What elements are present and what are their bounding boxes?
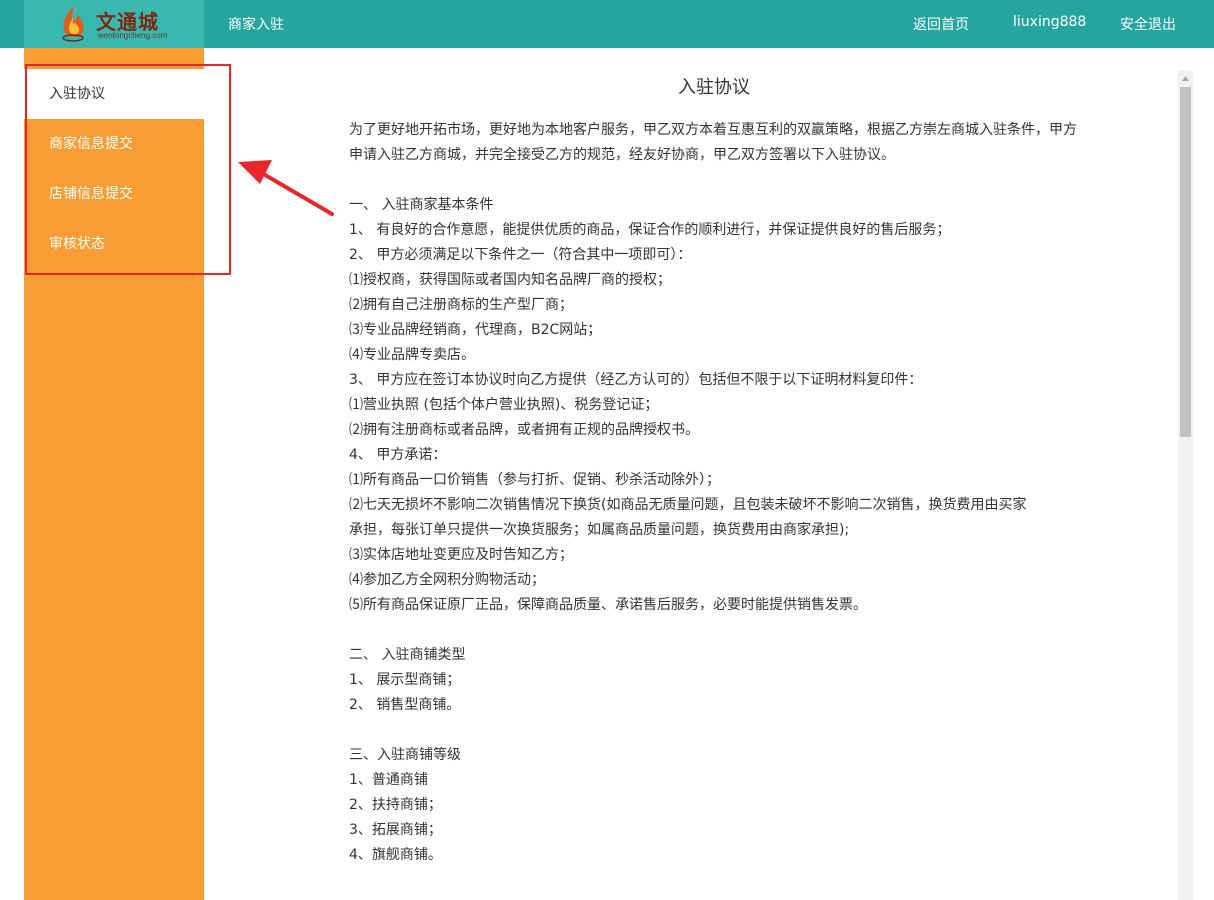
agreement-intro: 为了更好地开拓市场，更好地为本地客户服务，甲乙双方本着互惠互利的双赢策略，根据乙… bbox=[349, 122, 1077, 163]
section-heading: 一、 入驻商家基本条件 bbox=[349, 197, 494, 213]
agreement-line: 3、 甲方应在签订本协议时向乙方提供（经乙方认可的）包括但不限于以下证明材料复印… bbox=[349, 372, 923, 388]
agreement-line: 承担，每张订单只提供一次换货服务；如属商品质量问题，换货费用由商家承担); bbox=[349, 522, 850, 538]
agreement-line: 1、普通商铺 bbox=[349, 772, 428, 788]
logo-domain: wentongcheng.com bbox=[98, 31, 168, 40]
agreement-line: ⑸所有商品保证原厂正品，保障商品质量、承诺售后服务，必要时能提供销售发票。 bbox=[349, 597, 867, 613]
sidebar-item-review-status[interactable]: 审核状态 bbox=[24, 219, 204, 269]
sidebar-item-merchant-info[interactable]: 商家信息提交 bbox=[24, 119, 204, 169]
content-scrollbar[interactable] bbox=[1178, 70, 1193, 900]
agreement-line: 4、旗舰商铺。 bbox=[349, 847, 442, 863]
logo[interactable]: 文通城 wentongcheng.com bbox=[24, 0, 204, 48]
scrollbar-thumb[interactable] bbox=[1180, 87, 1191, 437]
home-link[interactable]: 返回首页 bbox=[913, 14, 969, 34]
agreement-line: ⑴授权商，获得国际或者国内知名品牌厂商的授权； bbox=[349, 272, 671, 288]
section-heading: 三、入驻商铺等级 bbox=[349, 747, 461, 763]
agreement-line: ⑴所有商品一口价销售（参与打折、促销、秒杀活动除外）； bbox=[349, 472, 720, 488]
top-header: 文通城 wentongcheng.com 商家入驻 返回首页 liuxing88… bbox=[0, 0, 1214, 48]
agreement-line: ⑷专业品牌专卖店。 bbox=[349, 347, 475, 363]
nav-merchant-join[interactable]: 商家入驻 bbox=[228, 14, 284, 34]
agreement-line: 2、扶持商铺； bbox=[349, 797, 442, 813]
scroll-up-arrow-icon[interactable] bbox=[1178, 70, 1193, 86]
agreement-line: ⑵拥有自己注册商标的生产型厂商； bbox=[349, 297, 573, 313]
agreement-line: 2、 甲方必须满足以下条件之一（符合其中一项即可）： bbox=[349, 247, 692, 263]
sidebar-item-store-info[interactable]: 店铺信息提交 bbox=[24, 169, 204, 219]
flame-logo-icon bbox=[62, 6, 84, 42]
agreement-line: ⑶实体店地址变更应及时告知乙方； bbox=[349, 547, 573, 563]
agreement-line: 1、 展示型商铺； bbox=[349, 672, 461, 688]
agreement-line: ⑴营业执照 (包括个体户营业执照)、税务登记证； bbox=[349, 397, 659, 413]
agreement-line: 1、 有良好的合作意愿，能提供优质的商品，保证合作的顺利进行，并保证提供良好的售… bbox=[349, 222, 951, 238]
username-link[interactable]: liuxing888 bbox=[1013, 14, 1086, 30]
agreement-title: 入驻协议 bbox=[678, 77, 750, 98]
agreement-line: ⑷参加乙方全网积分购物活动； bbox=[349, 572, 545, 588]
sidebar: 入驻协议 商家信息提交 店铺信息提交 审核状态 bbox=[24, 48, 204, 900]
logout-link[interactable]: 安全退出 bbox=[1120, 14, 1176, 34]
agreement-line: 3、拓展商铺； bbox=[349, 822, 442, 838]
agreement-line: ⑵拥有注册商标或者品牌，或者拥有正规的品牌授权书。 bbox=[349, 422, 699, 438]
section-heading: 二、 入驻商铺类型 bbox=[349, 647, 466, 663]
agreement-content: 入驻协议 为了更好地开拓市场，更好地为本地客户服务，甲乙双方本着互惠互利的双赢策… bbox=[349, 70, 1079, 868]
agreement-line: ⑵七天无损坏不影响二次销售情况下换货(如商品无质量问题，且包装未破坏不影响二次销… bbox=[349, 497, 1027, 513]
sidebar-item-agreement[interactable]: 入驻协议 bbox=[24, 69, 204, 119]
agreement-line: 4、 甲方承诺： bbox=[349, 447, 447, 463]
red-arrow-icon bbox=[238, 160, 334, 216]
agreement-line: ⑶专业品牌经销商，代理商，B2C网站； bbox=[349, 322, 602, 338]
agreement-line: 2、 销售型商铺。 bbox=[349, 697, 461, 713]
